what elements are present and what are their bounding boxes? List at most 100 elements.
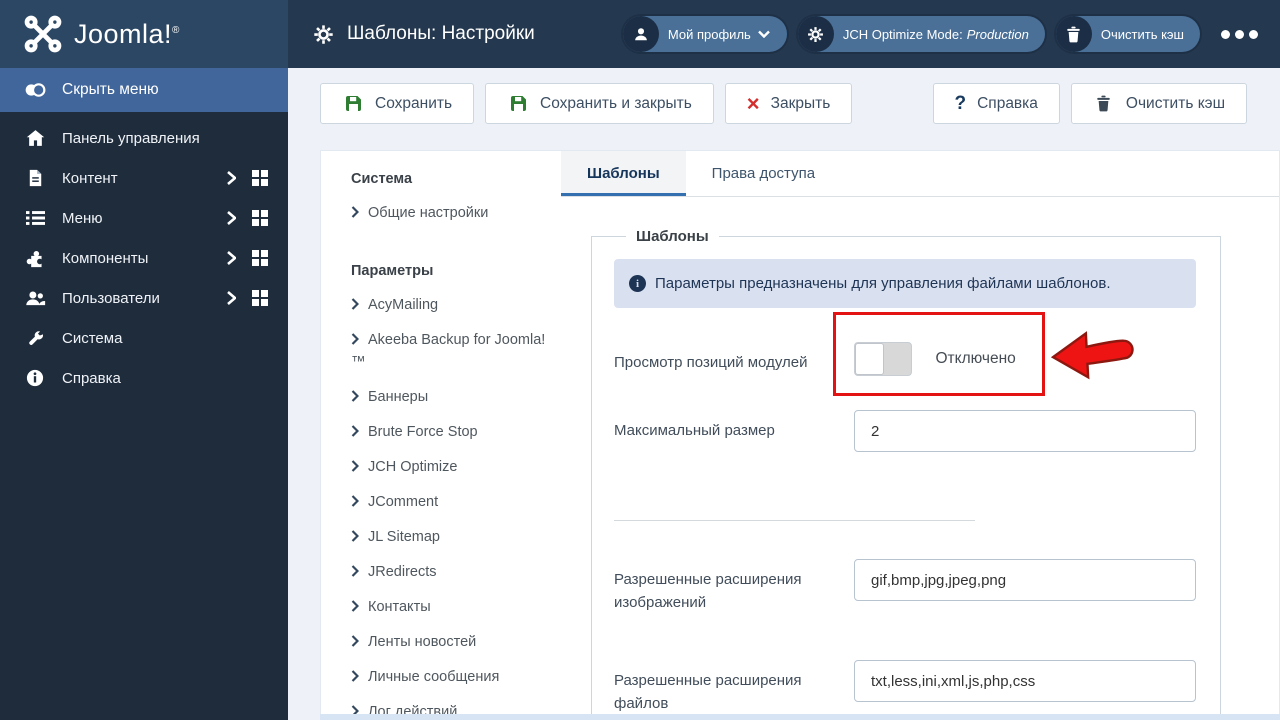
document-icon [24,169,46,187]
sidebar: Joomla!® Скрыть меню Панель управления К… [0,0,288,720]
settings-nav-item[interactable]: Brute Force Stop [351,421,547,443]
sidebar-item-users[interactable]: Пользователи [0,278,288,318]
clear-cache-button[interactable]: Очистить кэш [1070,83,1247,124]
chevron-right-icon [351,333,359,345]
module-positions-control: Отключено [833,312,1196,396]
home-icon [24,129,46,147]
tab-permissions[interactable]: Права доступа [686,151,841,196]
info-alert: i Параметры предназначены для управления… [614,259,1196,308]
sidebar-item-help[interactable]: Справка [0,358,288,398]
sidebar-nav: Панель управления Контент Меню Компонент… [0,112,288,398]
logo-area: Joomla!® [0,0,288,68]
close-button[interactable]: × Закрыть [724,83,853,124]
settings-nav-item[interactable]: Лог действий пользователей [351,701,547,714]
max-size-row: Максимальный размер [614,410,1196,452]
sidebar-item-system[interactable]: Система [0,318,288,358]
file-extensions-input[interactable] [854,660,1196,702]
chevron-right-icon [351,565,359,577]
settings-nav-item[interactable]: JCH Optimize [351,456,547,478]
templates-fieldset: Шаблоны i Параметры предназначены для уп… [591,228,1221,714]
profile-button[interactable]: Мой профиль [622,16,787,52]
settings-nav-item[interactable]: JL Sitemap [351,526,547,548]
settings-group-heading: Система [351,171,413,187]
toolbar: Сохранить Сохранить и закрыть × Закрыть … [288,68,1280,134]
image-extensions-control [854,559,1196,614]
chevron-right-icon [351,460,359,472]
main-region: Шаблоны: Настройки Мой профиль JCH Optim… [288,0,1280,720]
module-positions-toggle[interactable] [854,342,912,376]
image-extensions-row: Разрешенные расширения изображений [614,559,1196,614]
max-size-label: Максимальный размер [614,422,775,439]
chevron-right-icon [226,291,236,305]
gear-icon [312,24,334,45]
file-extensions-row: Разрешенные расширения файлов [614,660,1196,714]
save-icon [342,95,364,112]
annotation-arrow-icon [1050,325,1136,390]
jch-mode-value: Production [966,26,1029,42]
jch-optimize-mode-button[interactable]: JCH Optimize Mode: Production [797,16,1045,52]
settings-nav-item[interactable]: Akeeba Backup for Joomla!™ [351,329,547,373]
fieldset-legend: Шаблоны [636,228,709,245]
chevron-right-icon [351,635,359,647]
save-button[interactable]: Сохранить [320,83,475,124]
chevron-right-icon [226,211,236,225]
module-positions-row: Просмотр позиций модулей Отключено [614,312,1196,396]
header-actions: Мой профиль JCH Optimize Mode: Production [622,16,1258,52]
form-area: Шаблоны Права доступа Шаблоны i Параметр… [561,151,1279,714]
tabs: Шаблоны Права доступа [561,151,1279,197]
tab-templates[interactable]: Шаблоны [561,151,686,196]
user-icon [622,16,659,52]
settings-nav-item[interactable]: JComment [351,491,547,513]
save-icon [507,95,529,112]
sidebar-item-dashboard[interactable]: Панель управления [0,118,288,158]
question-icon: ? [954,92,967,114]
toggle-state-label: Отключено [935,350,1016,367]
clear-cache-pill-button[interactable]: Очистить кэш [1055,16,1200,52]
more-actions-button[interactable] [1221,29,1258,39]
sidebar-item-hide-menu[interactable]: Скрыть меню [0,68,288,112]
image-extensions-label: Разрешенные расширения изображений [614,571,802,611]
settings-nav-gap [351,237,547,263]
help-button[interactable]: ? Справка [932,83,1060,124]
joomla-logo-icon [24,15,62,53]
chevron-right-icon [351,670,359,682]
grid-icon[interactable] [252,210,268,226]
top-header: Шаблоны: Настройки Мой профиль JCH Optim… [288,0,1280,68]
settings-nav: Система Общие настройки Параметры AcyMai… [321,151,561,714]
trash-icon [1093,95,1115,112]
content-area: Система Общие настройки Параметры AcyMai… [288,134,1280,720]
settings-nav-item[interactable]: AcyMailing [351,294,547,316]
settings-nav-item[interactable]: Контакты [351,596,547,618]
sidebar-item-content[interactable]: Контент [0,158,288,198]
chevron-right-icon [351,390,359,402]
sidebar-item-menu[interactable]: Меню [0,198,288,238]
hide-menu-label: Скрыть меню [62,81,159,98]
settings-nav-item[interactable]: Ленты новостей [351,631,547,653]
chevron-right-icon [351,705,359,714]
settings-nav-item[interactable]: JRedirects [351,561,547,583]
grid-icon[interactable] [252,250,268,266]
chevron-right-icon [351,298,359,310]
section-divider [614,520,975,521]
max-size-input[interactable] [854,410,1196,452]
page-title: Шаблоны: Настройки [312,23,535,45]
save-and-close-button[interactable]: Сохранить и закрыть [485,83,714,124]
sidebar-item-components[interactable]: Компоненты [0,238,288,278]
chevron-right-icon [351,600,359,612]
info-icon: i [629,275,646,292]
chevron-right-icon [226,251,236,265]
toggle-menu-icon [24,81,46,99]
settings-nav-item[interactable]: Баннеры [351,386,547,408]
trash-icon [1055,16,1092,52]
grid-icon[interactable] [252,170,268,186]
logo-text: Joomla!® [74,18,180,49]
settings-group-heading: Параметры [351,263,434,279]
file-extensions-control [854,660,1196,714]
toggle-knob [855,343,884,375]
grid-icon[interactable] [252,290,268,306]
list-icon [24,210,46,226]
settings-nav-item[interactable]: Личные сообщения [351,666,547,688]
image-extensions-input[interactable] [854,559,1196,601]
settings-nav-item[interactable]: Общие настройки [351,202,547,224]
max-size-control [854,410,1196,452]
